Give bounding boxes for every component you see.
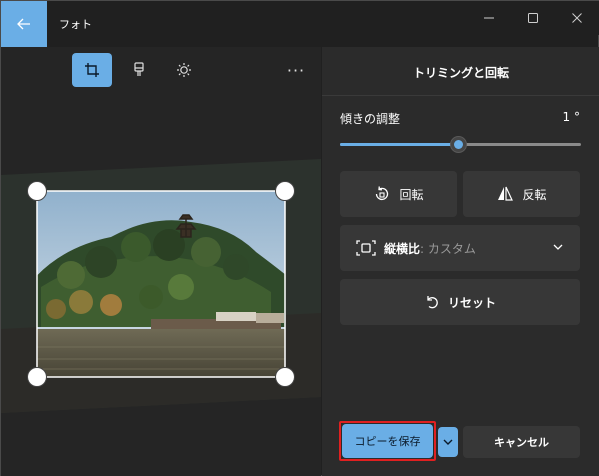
undo-icon — [427, 296, 438, 309]
tilt-slider[interactable] — [340, 136, 581, 153]
rotate-icon — [376, 186, 389, 200]
maximize-icon — [528, 13, 538, 23]
tilt-value: 1 ° — [562, 110, 580, 124]
image-canvas: ··· — [1, 47, 321, 476]
panel-title: トリミングと回転 — [412, 66, 509, 80]
flip-label: 反転 — [522, 187, 547, 202]
photo-crop-area — [37, 191, 285, 377]
title-bar: フォト — [1, 1, 599, 47]
close-icon — [572, 13, 582, 23]
chevron-down-icon — [553, 244, 563, 250]
close-button[interactable] — [557, 5, 597, 31]
back-button[interactable] — [1, 1, 47, 47]
aspect-ratio-value: : カスタム — [420, 241, 476, 256]
panel-divider — [322, 95, 599, 96]
save-options-dropdown[interactable] — [438, 427, 458, 457]
reset-label: リセット — [447, 295, 496, 310]
tilt-slider-fill — [340, 143, 459, 146]
flip-button[interactable]: 反転 — [463, 171, 580, 217]
save-copy-button[interactable]: コピーを保存 — [342, 424, 433, 458]
crop-handle-top-left[interactable] — [27, 181, 47, 201]
aspect-ratio-dropdown[interactable]: 縦横比 : カスタム — [340, 225, 580, 271]
minimize-button[interactable] — [469, 5, 509, 31]
cancel-button[interactable]: キャンセル — [463, 426, 580, 458]
crop-handle-bottom-left[interactable] — [27, 367, 47, 387]
back-arrow-icon — [17, 18, 30, 30]
chevron-down-icon — [443, 439, 453, 445]
crop-rotate-panel: トリミングと回転 傾きの調整 1 ° 回転 反転 縦横比 : カスタム リセット — [322, 47, 599, 476]
photo-preview — [1, 159, 321, 413]
crop-handle-top-right[interactable] — [275, 181, 295, 201]
tilt-slider-thumb[interactable] — [450, 136, 468, 153]
tilt-label: 傾きの調整 — [340, 112, 401, 126]
minimize-icon — [484, 17, 494, 19]
crop-handle-bottom-right[interactable] — [275, 367, 295, 387]
flip-icon — [498, 186, 514, 201]
reset-button[interactable]: リセット — [340, 279, 580, 325]
maximize-button[interactable] — [513, 5, 553, 31]
app-title: フォト — [59, 18, 92, 31]
aspect-ratio-label: 縦横比 — [384, 241, 421, 256]
rotate-button[interactable]: 回転 — [340, 171, 457, 217]
aspect-ratio-icon — [356, 240, 376, 256]
rotate-label: 回転 — [399, 187, 424, 202]
